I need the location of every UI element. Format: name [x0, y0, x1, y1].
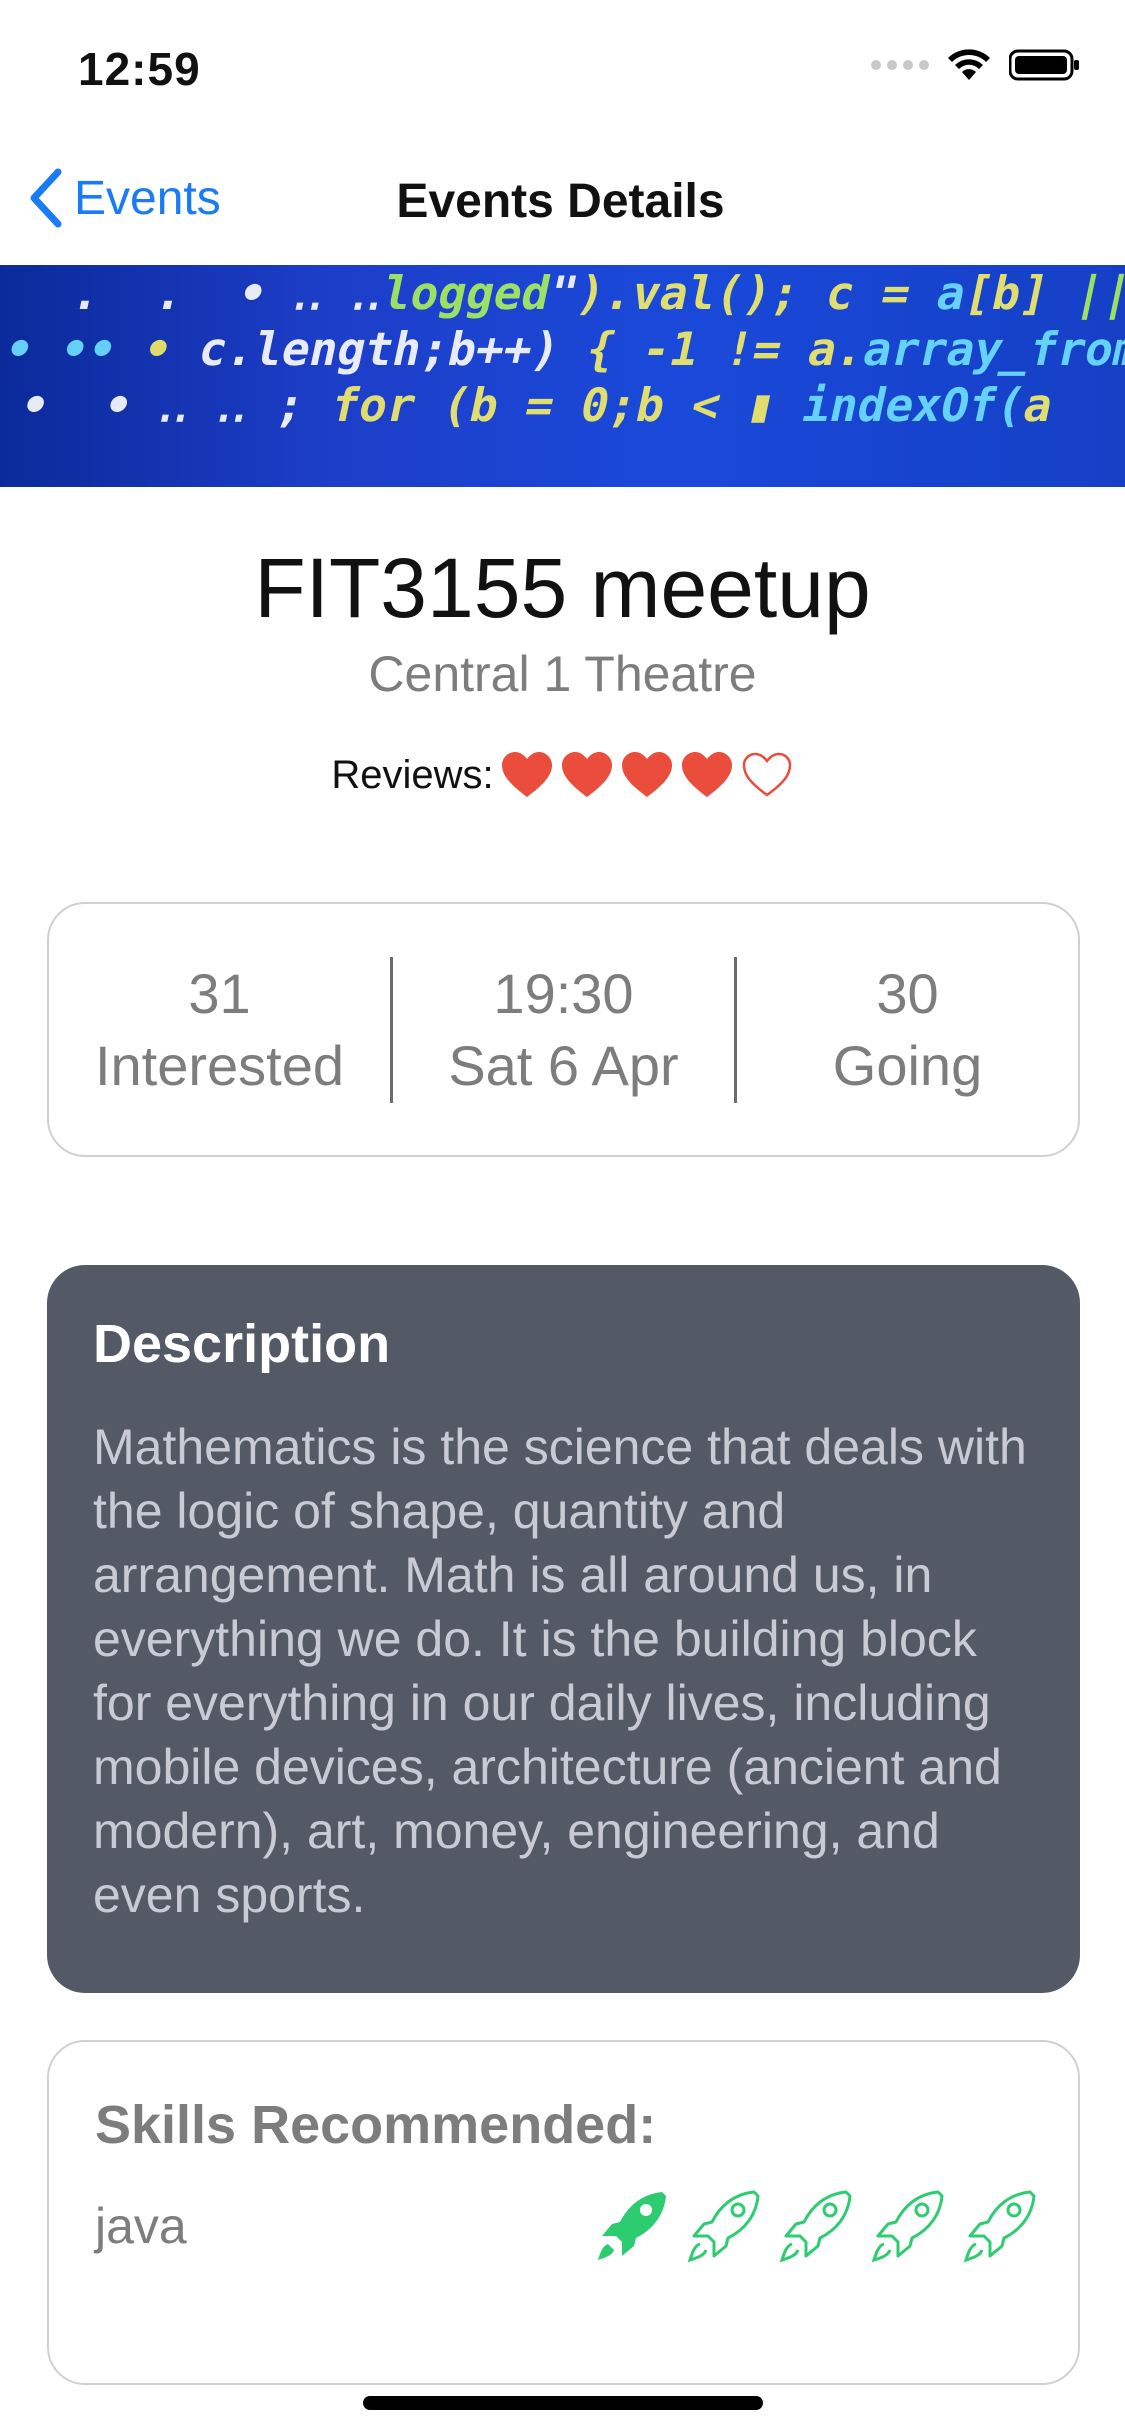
heart-filled-icon[interactable]: [620, 750, 674, 800]
event-date: Sat 6 Apr: [448, 1033, 679, 1097]
heart-outline-icon[interactable]: [740, 750, 794, 800]
skill-level-rockets: [590, 2184, 1042, 2268]
going-label: Going: [832, 1033, 983, 1097]
status-time: 12:59: [78, 43, 201, 95]
wifi-icon: [948, 49, 990, 80]
reviews-row: Reviews:: [0, 750, 1125, 800]
code-pattern: . . • ‥ ‥logged").val(); c = a[b] || = •…: [0, 266, 1125, 432]
going-stat[interactable]: 30 Going: [737, 958, 1078, 1102]
heart-filled-icon[interactable]: [560, 750, 614, 800]
skills-card: Skills Recommended: java: [47, 2040, 1080, 2385]
skill-name: java: [95, 2198, 187, 2254]
description-heading: Description: [93, 1314, 391, 1374]
event-banner-image: . . • ‥ ‥logged").val(); c = a[b] || = •…: [0, 265, 1125, 487]
rating-hearts[interactable]: [500, 750, 794, 800]
home-indicator[interactable]: [363, 2396, 763, 2410]
description-card: Description Mathematics is the science t…: [47, 1265, 1080, 1993]
skill-row: java: [95, 2184, 1036, 2268]
rocket-filled-icon: [598, 2192, 666, 2260]
rocket-outline-icon: [687, 2190, 760, 2263]
status-icons: [871, 48, 1081, 82]
event-venue: Central 1 Theatre: [368, 646, 757, 702]
rocket-outline-icon: [871, 2190, 944, 2263]
event-title: FIT3155 meetup: [254, 541, 871, 635]
page-title: Events Details: [396, 175, 725, 228]
heart-filled-icon[interactable]: [500, 750, 554, 800]
interested-count: 31: [188, 961, 251, 1025]
interested-stat[interactable]: 31 Interested: [49, 958, 390, 1102]
datetime-stat: 19:30 Sat 6 Apr: [393, 958, 734, 1102]
battery-icon: [1009, 49, 1079, 81]
heart-filled-icon[interactable]: [680, 750, 734, 800]
rocket-outline-icon: [963, 2190, 1036, 2263]
skills-heading: Skills Recommended:: [95, 2095, 657, 2155]
event-time: 19:30: [493, 961, 634, 1025]
description-body: Mathematics is the science that deals wi…: [93, 1419, 1027, 1923]
going-count: 30: [876, 961, 939, 1025]
interested-label: Interested: [94, 1033, 345, 1097]
event-stats-card: 31 Interested 19:30 Sat 6 Apr 30 Going: [47, 902, 1080, 1157]
rocket-outline-icon: [779, 2190, 852, 2263]
reviews-label: Reviews:: [331, 752, 494, 797]
navigation-bar: Events Events Details: [0, 140, 1125, 265]
status-bar: 12:59: [0, 0, 1125, 140]
signal-dots-icon: [871, 60, 929, 70]
